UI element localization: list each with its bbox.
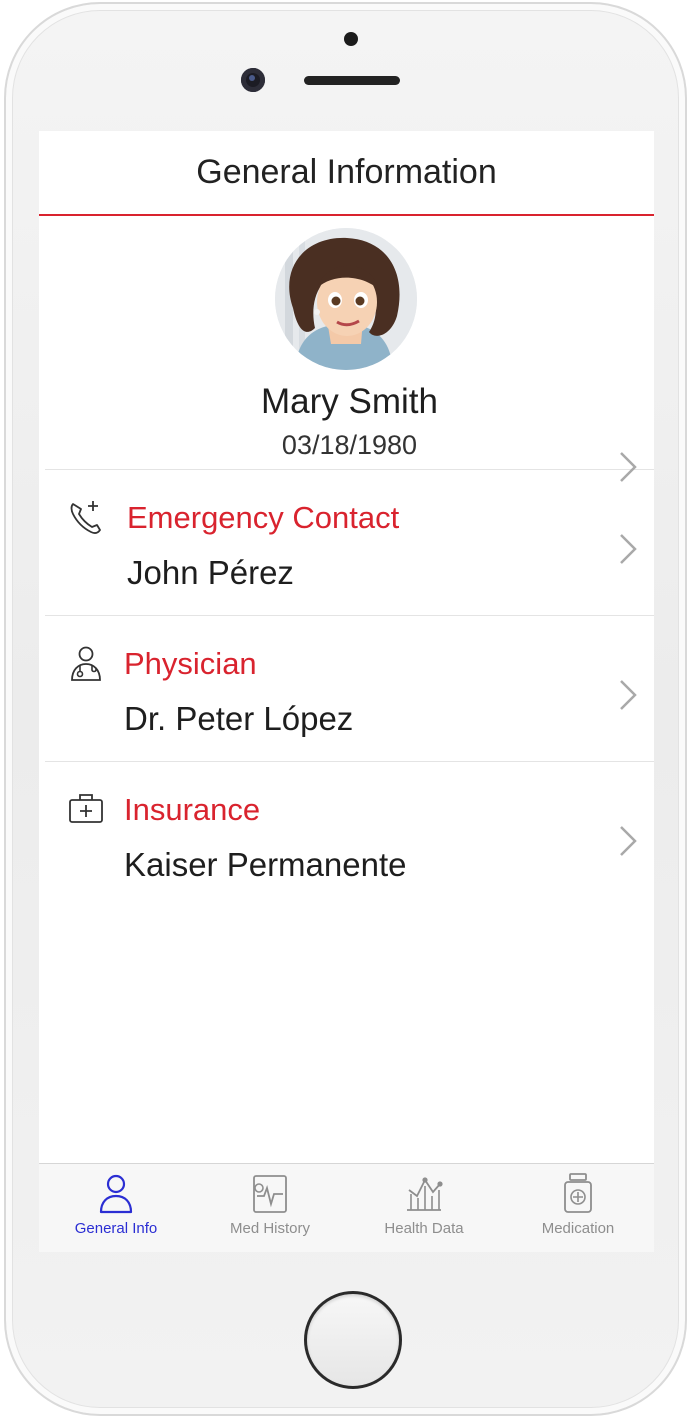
front-camera	[241, 68, 265, 92]
person-icon	[99, 1174, 133, 1214]
profile-date-of-birth: 03/18/1980	[281, 430, 418, 460]
clipboard-pulse-icon	[253, 1175, 287, 1213]
tab-general-info[interactable]: General Info	[39, 1164, 193, 1252]
insurance-value: Kaiser Permanente	[124, 846, 407, 883]
tab-bar: General Info Med History Health Data Med…	[39, 1163, 654, 1252]
emergency-contact-row[interactable]: Emergency Contact John Pérez	[45, 470, 654, 616]
proximity-sensor	[344, 32, 358, 46]
profile-card[interactable]: Mary Smith 03/18/1980	[45, 218, 654, 482]
medical-kit-icon	[69, 794, 103, 823]
physician-label: Physician	[124, 646, 257, 681]
emergency-contact-label: Emergency Contact	[127, 500, 400, 535]
emergency-contact-value: John Pérez	[127, 554, 294, 591]
profile-name: Mary Smith	[261, 382, 438, 421]
tab-label: Med History	[229, 1220, 311, 1237]
app-screen: General Information Mary Smith 03/18/198…	[39, 131, 654, 1252]
physician-row[interactable]: Physician Dr. Peter López	[45, 616, 654, 762]
navigation-bar: General Information	[39, 131, 654, 216]
tab-med-history[interactable]: Med History	[193, 1164, 347, 1252]
phone-plus-icon	[70, 501, 101, 534]
home-button[interactable]	[304, 1291, 402, 1389]
tab-label: Medication	[541, 1220, 615, 1237]
pill-bottle-icon	[564, 1173, 592, 1213]
insurance-label: Insurance	[124, 792, 261, 827]
tab-label: General Info	[74, 1220, 158, 1237]
chart-icon	[407, 1177, 443, 1211]
physician-value: Dr. Peter López	[124, 700, 354, 737]
chevron-right-icon	[620, 680, 637, 710]
earpiece-speaker	[304, 76, 400, 85]
doctor-icon	[71, 646, 101, 681]
insurance-row[interactable]: Insurance Kaiser Permanente	[45, 762, 654, 908]
avatar	[275, 228, 417, 370]
page-title: General Information	[196, 153, 497, 191]
chevron-right-icon	[620, 826, 637, 856]
tab-health-data[interactable]: Health Data	[347, 1164, 501, 1252]
tab-label: Health Data	[384, 1220, 464, 1237]
chevron-right-icon	[620, 534, 637, 564]
tab-medication[interactable]: Medication	[501, 1164, 654, 1252]
